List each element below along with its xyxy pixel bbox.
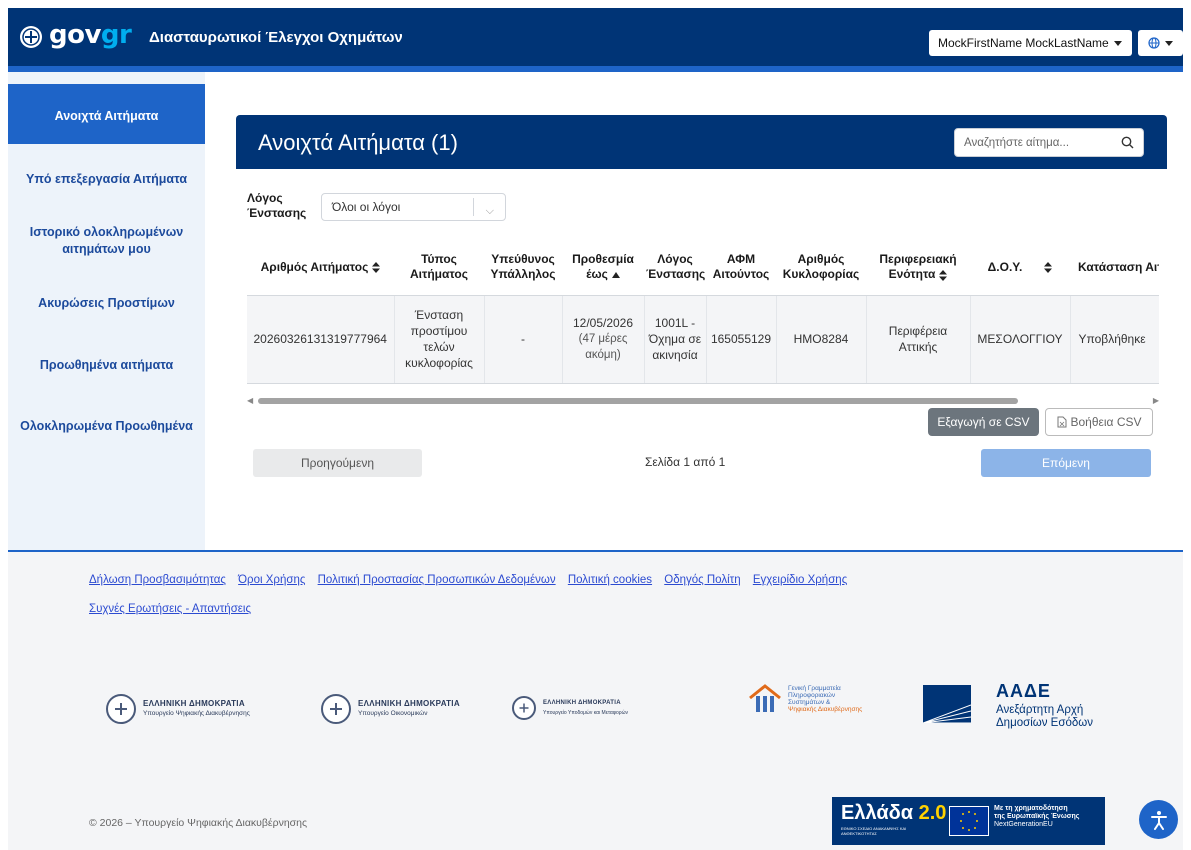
scrollbar-thumb[interactable]	[258, 398, 1018, 404]
cell-plate: HMO8284	[775, 295, 866, 384]
logo-ministry-finance: ΕΛΛΗΝΙΚΗ ΔΗΜΟΚΡΑΤΙΑ Υπουργείο Οικονομικών	[321, 694, 460, 724]
aade-title: ΑΑΔΕ	[996, 681, 1051, 701]
sidebar-item-fine-cancellations[interactable]: Ακυρώσεις Προστίμων	[8, 295, 205, 312]
eu-funding-text: Με τη χρηματοδότηση της Ευρωπαϊκής Ένωσης…	[994, 805, 1080, 828]
greek-emblem-icon	[106, 694, 136, 724]
cell-deadline: 12/05/2026 (47 μέρες ακόμη)	[561, 295, 644, 384]
file-icon	[1057, 416, 1066, 428]
horizontal-scrollbar[interactable]: ◀ ▶	[247, 396, 1159, 406]
col-status[interactable]: Κατάσταση Αιτήματος	[1070, 240, 1159, 296]
user-menu-button[interactable]: MockFirstName MockLastName	[929, 30, 1132, 56]
chevron-down-icon	[1113, 40, 1122, 46]
aade-logo-icon	[922, 685, 972, 724]
top-header: govgr Διασταυρωτικοί Έλεγχοι Οχημάτων Mo…	[8, 8, 1183, 66]
accessibility-button[interactable]	[1139, 800, 1178, 839]
col-doy[interactable]: Δ.Ο.Υ.	[970, 240, 1070, 296]
link-accessibility[interactable]: Δήλωση Προσβασιμότητας	[89, 573, 226, 588]
govgr-logo[interactable]: govgr	[49, 20, 132, 50]
table-row[interactable]: 20260326131319777964 Ένσταση προστίμου τ…	[247, 295, 1159, 384]
copyright: © 2026 – Υπουργείο Ψηφιακής Διακυβέρνηση…	[89, 817, 308, 829]
greece-2-0-subtitle: ΕΘΝΙΚΟ ΣΧΕΔΙΟ ΑΝΑΚΑΜΨΗΣ ΚΑΙ ΑΝΘΕΚΤΙΚΟΤΗΤ…	[841, 826, 907, 836]
eu-flag-icon	[949, 806, 989, 836]
cell-employee: -	[483, 295, 562, 384]
col-deadline[interactable]: Προθεσμία έως	[562, 240, 644, 296]
link-citizen-guide[interactable]: Οδηγός Πολίτη	[664, 573, 740, 588]
sort-asc-icon	[611, 272, 620, 279]
col-employee[interactable]: Υπεύθυνος Υπάλληλος	[484, 240, 562, 296]
scroll-right-arrow-icon[interactable]: ▶	[1153, 396, 1159, 405]
sort-icon	[939, 269, 948, 281]
user-name: MockFirstName MockLastName	[938, 36, 1109, 50]
chevron-down-icon	[1165, 40, 1173, 46]
previous-page-button[interactable]: Προηγούμενη	[253, 449, 422, 477]
col-request-type[interactable]: Τύπος Αιτήματος	[394, 240, 484, 296]
sidebar: Ανοιχτά Αιτήματα Υπό επεξεργασία Αιτήματ…	[8, 72, 205, 550]
sidebar-item-forwarded[interactable]: Προωθημένα αιτήματα	[8, 357, 205, 374]
sort-icon	[1044, 262, 1053, 274]
globe-icon	[1148, 37, 1160, 49]
aade-subtitle: Ανεξάρτητη Αρχή Δημοσίων Εσόδων	[996, 704, 1093, 729]
greek-emblem-icon	[321, 694, 351, 724]
sidebar-item-completed-forwarded[interactable]: Ολοκληρωμένα Προωθημένα	[8, 418, 205, 435]
search-input[interactable]	[955, 129, 1105, 156]
logo-ministry-transport: ΕΛΛΗΝΙΚΗ ΔΗΜΟΚΡΑΤΙΑ Υπουργείο Υποδομών κα…	[512, 696, 628, 720]
sidebar-item-open-requests[interactable]: Ανοιχτά Αιτήματα	[8, 84, 205, 144]
scroll-left-arrow-icon[interactable]: ◀	[247, 396, 253, 405]
greek-emblem-icon	[512, 696, 536, 720]
csv-help-button[interactable]: Βοήθεια CSV	[1045, 408, 1153, 436]
link-faq[interactable]: Συχνές Ερωτήσεις - Απαντήσεις	[89, 602, 251, 617]
requests-table: Αριθμός Αιτήματος Τύπος Αιτήματος Υπεύθυ…	[247, 240, 1159, 384]
greece-2-0-logo: Ελλάδα 2.0	[841, 802, 947, 824]
sidebar-item-history[interactable]: Ιστορικό ολοκληρωμένων αιτημάτων μου	[8, 224, 205, 258]
cell-request-number[interactable]: 20260326131319777964	[247, 295, 394, 384]
greek-emblem-icon	[20, 26, 42, 48]
table-header-row: Αριθμός Αιτήματος Τύπος Αιτήματος Υπεύθυ…	[247, 240, 1159, 296]
requests-table-container: Αριθμός Αιτήματος Τύπος Αιτήματος Υπεύθυ…	[247, 240, 1159, 384]
col-reason[interactable]: Λόγος Ένστασης	[644, 240, 706, 296]
language-menu-button[interactable]	[1138, 30, 1183, 56]
chevron-down-icon: ⌵	[485, 205, 494, 217]
page-indicator: Σελίδα 1 από 1	[645, 455, 726, 469]
gsis-logo-icon	[749, 684, 781, 712]
panel-header: Ανοιχτά Αιτήματα (1)	[236, 115, 1167, 169]
col-plate[interactable]: Αριθμός Κυκλοφορίας	[776, 240, 866, 296]
logo-gsis: Γενική Γραμματεία Πληροφοριακών Συστημάτων…	[748, 684, 862, 714]
cell-afm: 165055129	[705, 295, 776, 384]
select-divider	[473, 198, 474, 216]
cell-type: Ένσταση προστίμου τελών κυκλοφορίας	[393, 295, 484, 384]
link-terms[interactable]: Όροι Χρήσης	[238, 573, 305, 588]
footer-links: Δήλωση Προσβασιμότητας Όροι Χρήσης Πολιτ…	[89, 573, 989, 631]
col-request-number[interactable]: Αριθμός Αιτήματος	[247, 240, 394, 296]
filter-value: Όλοι οι λόγοι	[332, 200, 401, 214]
cell-status: Υποβλήθηκε	[1069, 295, 1159, 384]
sidebar-item-in-progress[interactable]: Υπό επεξεργασία Αιτήματα	[8, 171, 205, 188]
reason-filter-select[interactable]: Όλοι οι λόγοι ⌵	[321, 193, 506, 221]
col-afm[interactable]: ΑΦΜ Αιτούντος	[706, 240, 776, 296]
link-privacy[interactable]: Πολιτική Προστασίας Προσωπικών Δεδομένων	[318, 573, 556, 588]
col-region[interactable]: Περιφερειακή Ενότητα	[866, 240, 970, 296]
accessibility-icon	[1150, 810, 1167, 830]
filter-label: Λόγος Ένστασης	[247, 191, 307, 220]
link-cookies[interactable]: Πολιτική cookies	[568, 573, 652, 588]
logo-ministry-digital: ΕΛΛΗΝΙΚΗ ΔΗΜΟΚΡΑΤΙΑ Υπουργείο Ψηφιακής Δι…	[106, 694, 250, 724]
search-box	[954, 128, 1144, 157]
cell-doy: ΜΕΣΟΛΟΓΓΙΟΥ	[969, 295, 1070, 384]
sort-icon	[372, 262, 381, 274]
cell-region: Περιφέρεια Αττικής	[865, 295, 970, 384]
link-user-manual[interactable]: Εγχειρίδιο Χρήσης	[753, 573, 847, 588]
app-title: Διασταυρωτικοί Έλεγχοι Οχημάτων	[149, 29, 403, 46]
next-page-button[interactable]: Επόμενη	[981, 449, 1151, 477]
search-icon[interactable]	[1121, 136, 1134, 149]
page-title: Ανοιχτά Αιτήματα (1)	[258, 130, 458, 155]
cell-reason: 1001L - Όχημα σε ακινησία	[643, 295, 706, 384]
export-csv-button[interactable]: Εξαγωγή σε CSV	[928, 408, 1039, 436]
